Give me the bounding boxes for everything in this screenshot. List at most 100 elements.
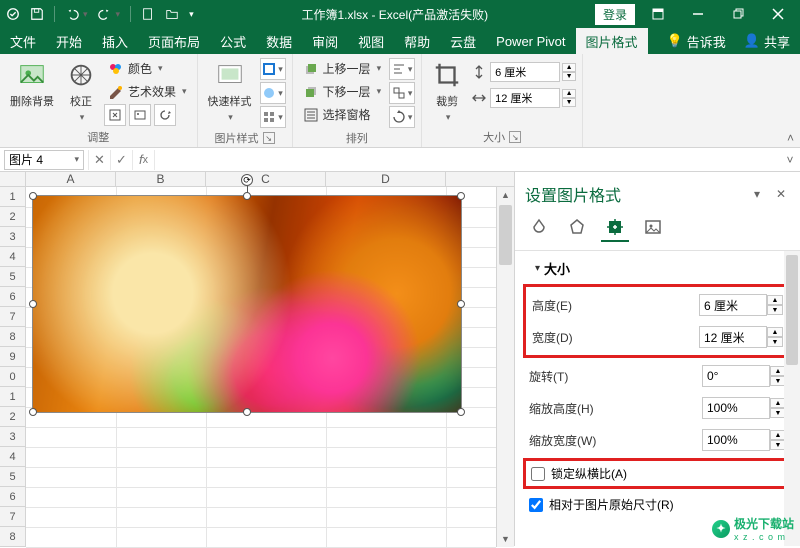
color-button[interactable]: 颜色	[104, 58, 191, 79]
fp-rotation-input[interactable]	[702, 365, 770, 387]
picture-layout-icon[interactable]	[260, 106, 286, 128]
fp-height-input[interactable]	[699, 294, 767, 316]
reset-picture-icon[interactable]	[154, 104, 176, 126]
tab-power-pivot[interactable]: Power Pivot	[486, 28, 575, 54]
ribbon-width-input[interactable]	[490, 88, 560, 108]
tab-page-layout[interactable]: 页面布局	[138, 28, 210, 54]
resize-handle-b[interactable]	[243, 408, 251, 416]
resize-handle-r[interactable]	[457, 300, 465, 308]
row-header[interactable]: 5	[0, 467, 25, 487]
send-backward-button[interactable]: 下移一层	[299, 81, 386, 102]
name-box-caret-icon[interactable]: ▾	[74, 154, 79, 165]
resize-handle-t[interactable]	[243, 192, 251, 200]
row-header[interactable]: 4	[0, 247, 25, 267]
row-header[interactable]: 7	[0, 507, 25, 527]
resize-handle-bl[interactable]	[29, 408, 37, 416]
task-pane-options-icon[interactable]: ▾	[748, 185, 766, 203]
styles-dialog-launcher[interactable]: ↘	[263, 132, 275, 144]
row-header[interactable]: 1	[0, 387, 25, 407]
col-header-c[interactable]: C	[206, 172, 326, 186]
fp-width-down[interactable]: ▼	[767, 337, 783, 347]
row-header[interactable]: 3	[0, 427, 25, 447]
row-header[interactable]: 1	[0, 187, 25, 207]
row-header[interactable]: 0	[0, 367, 25, 387]
change-picture-icon[interactable]	[129, 104, 151, 126]
selected-picture[interactable]: ⟳	[32, 195, 462, 413]
fp-tab-effects[interactable]	[563, 214, 591, 242]
tab-data[interactable]: 数据	[256, 28, 302, 54]
collapse-ribbon-icon[interactable]: ˄	[781, 129, 800, 147]
tell-me-search[interactable]: 💡 告诉我	[659, 32, 734, 51]
corrections-button[interactable]: 校正	[62, 58, 100, 125]
tab-file[interactable]: 文件	[0, 28, 46, 54]
fp-tab-fill-line[interactable]	[525, 214, 553, 242]
expand-formula-bar-icon[interactable]: ˅	[780, 153, 800, 167]
new-file-icon[interactable]	[139, 5, 157, 23]
align-icon[interactable]	[389, 58, 415, 80]
fp-scale-w-input[interactable]	[702, 429, 770, 451]
minimize-button[interactable]	[680, 0, 716, 28]
tab-home[interactable]: 开始	[46, 28, 92, 54]
tab-help[interactable]: 帮助	[394, 28, 440, 54]
bring-forward-button[interactable]: 上移一层	[299, 58, 386, 79]
enter-formula-icon[interactable]: ✓	[110, 150, 132, 170]
compress-pictures-icon[interactable]	[104, 104, 126, 126]
row-header[interactable]: 8	[0, 527, 25, 547]
tab-insert[interactable]: 插入	[92, 28, 138, 54]
quick-styles-button[interactable]: 快速样式	[204, 58, 256, 125]
fp-scale-h-input[interactable]	[702, 397, 770, 419]
rotate-icon[interactable]	[389, 106, 415, 128]
ribbon-width-up[interactable]: ▲	[562, 89, 576, 98]
close-button[interactable]	[760, 0, 796, 28]
scroll-up-icon[interactable]: ▲	[497, 187, 514, 203]
formula-input[interactable]	[154, 150, 780, 170]
selection-pane-button[interactable]: 选择窗格	[299, 104, 386, 125]
ribbon-height-down[interactable]: ▼	[562, 72, 576, 81]
fp-height-up[interactable]: ▲	[767, 295, 783, 305]
fp-tab-picture[interactable]	[639, 214, 667, 242]
resize-handle-br[interactable]	[457, 408, 465, 416]
fp-tab-size-properties[interactable]	[601, 214, 629, 242]
fp-scroll-thumb[interactable]	[786, 255, 798, 365]
resize-handle-tr[interactable]	[457, 192, 465, 200]
save-icon[interactable]	[28, 5, 46, 23]
tab-cloud[interactable]: 云盘	[440, 28, 486, 54]
select-all-corner[interactable]	[0, 172, 26, 186]
resize-handle-tl[interactable]	[29, 192, 37, 200]
ribbon-height-up[interactable]: ▲	[562, 63, 576, 72]
ribbon-height-input[interactable]	[490, 62, 560, 82]
restore-button[interactable]	[720, 0, 756, 28]
undo-button[interactable]	[63, 5, 90, 23]
cell-grid[interactable]: ⟳	[26, 187, 496, 547]
row-header[interactable]: 8	[0, 327, 25, 347]
row-header[interactable]: 3	[0, 227, 25, 247]
row-header[interactable]: 6	[0, 287, 25, 307]
crop-button[interactable]: 裁剪	[428, 58, 466, 125]
artistic-effects-button[interactable]: 艺术效果	[104, 81, 191, 102]
fp-width-up[interactable]: ▲	[767, 327, 783, 337]
close-pane-icon[interactable]: ✕	[772, 185, 790, 203]
tab-formulas[interactable]: 公式	[210, 28, 256, 54]
fp-height-down[interactable]: ▼	[767, 305, 783, 315]
tab-picture-format[interactable]: 图片格式	[576, 28, 648, 54]
tab-view[interactable]: 视图	[348, 28, 394, 54]
fp-relative-original-checkbox[interactable]	[529, 498, 543, 512]
col-header-a[interactable]: A	[26, 172, 116, 186]
name-box[interactable]: 图片 4 ▾	[4, 150, 84, 170]
cancel-formula-icon[interactable]: ✕	[88, 150, 110, 170]
row-header[interactable]: 4	[0, 447, 25, 467]
open-file-icon[interactable]	[163, 5, 181, 23]
vertical-scrollbar[interactable]: ▲ ▼	[496, 187, 514, 547]
group-icon[interactable]	[389, 82, 415, 104]
scroll-thumb-v[interactable]	[499, 205, 512, 265]
col-header-b[interactable]: B	[116, 172, 206, 186]
row-header[interactable]: 6	[0, 487, 25, 507]
rotate-handle[interactable]: ⟳	[241, 174, 253, 186]
row-header[interactable]: 9	[0, 347, 25, 367]
login-button[interactable]: 登录	[594, 3, 636, 26]
size-dialog-launcher[interactable]: ↘	[509, 131, 521, 143]
row-header[interactable]: 2	[0, 207, 25, 227]
row-header[interactable]: 2	[0, 407, 25, 427]
picture-border-icon[interactable]	[260, 58, 286, 80]
tab-review[interactable]: 审阅	[302, 28, 348, 54]
